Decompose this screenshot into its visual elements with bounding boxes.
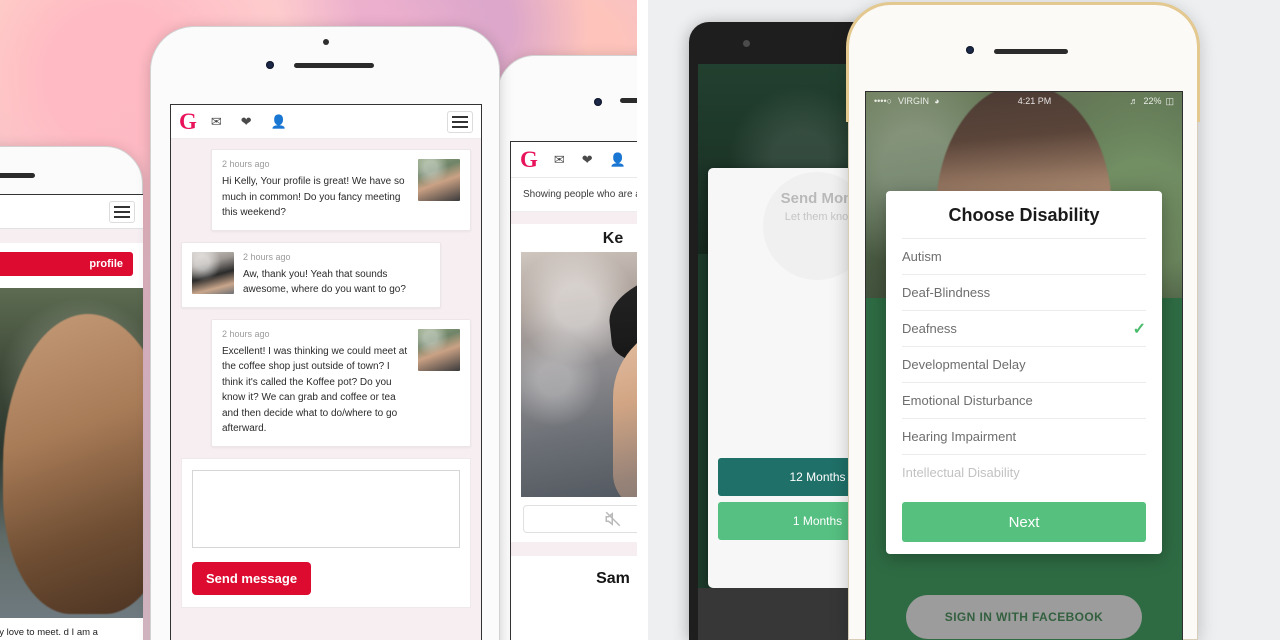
list-item-hearing-impairment[interactable]: Hearing Impairment — [902, 418, 1146, 454]
bluetooth-icon: ♬ — [1129, 96, 1139, 106]
screenshot-stage: profile y but secretly love to meet. d I… — [0, 0, 1280, 640]
front-camera-icon — [966, 46, 974, 54]
gold-iphone: ••••○ VIRGIN ◕ 4:21 PM ♬ 22% ◫ Choose Di… — [846, 2, 1200, 640]
center-phone: G ✉ ❤ 👤 2 hours ago Hi Kelly, Your profi… — [150, 26, 500, 640]
panel-divider — [637, 0, 648, 640]
message-timestamp: 2 hours ago — [243, 251, 291, 262]
center-phone-screen: G ✉ ❤ 👤 2 hours ago Hi Kelly, Your profi… — [170, 104, 482, 640]
list-item-intellectual-disability[interactable]: Intellectual Disability — [902, 454, 1146, 490]
option-label: Autism — [902, 249, 942, 264]
profile-bio-text: y but secretly love to meet. d I am a ph… — [0, 627, 98, 638]
option-label: Emotional Disturbance — [902, 393, 1033, 408]
list-item-deaf-blindness[interactable]: Deaf-Blindness — [902, 274, 1146, 310]
option-label: Deafness — [902, 321, 957, 336]
earpiece-speaker — [294, 63, 374, 68]
person-icon[interactable]: 👤 — [271, 115, 287, 128]
next-button[interactable]: Next — [902, 502, 1146, 542]
option-label: Hearing Impairment — [902, 429, 1017, 444]
proximity-sensor-icon — [323, 39, 329, 45]
hamburger-icon[interactable] — [447, 110, 473, 133]
battery-percent-label: 22% — [1143, 96, 1162, 106]
message-timestamp: 2 hours ago — [222, 328, 270, 339]
heart-icon[interactable]: ❤ — [241, 115, 252, 128]
heart-icon[interactable]: ❤ — [582, 153, 593, 166]
list-item-deafness[interactable]: Deafness ✓ — [902, 310, 1146, 346]
front-camera-icon — [743, 40, 750, 47]
profile-photo — [521, 252, 637, 497]
list-item-emotional-disturbance[interactable]: Emotional Disturbance — [902, 382, 1146, 418]
front-camera-icon — [594, 98, 602, 106]
message-text: Aw, thank you! Yeah that sounds awesome,… — [243, 268, 406, 296]
battery-icon: ◫ — [1165, 95, 1174, 106]
showing-people-note: Showing people who are anywhere. — [511, 178, 637, 212]
side-right-topbar: G ✉ ❤ 👤 — [511, 142, 637, 178]
side-phone-left-screen: profile y but secretly love to meet. d I… — [0, 194, 143, 640]
disability-options-list: Autism Deaf-Blindness Deafness ✓ Develop… — [902, 238, 1146, 490]
send-message-button[interactable]: Send message — [192, 561, 312, 595]
app-logo[interactable]: G — [179, 110, 197, 133]
modal-title: Choose Disability — [948, 205, 1100, 225]
app-logo[interactable]: G — [520, 148, 538, 171]
profile-photo — [0, 288, 143, 618]
chat-message: 2 hours ago Excellent! I was thinking we… — [211, 318, 471, 447]
option-label: Developmental Delay — [902, 357, 1026, 372]
mute-bell-icon[interactable] — [523, 505, 637, 533]
side-phone-right-screen: G ✉ ❤ 👤 Showing people who are anywhere.… — [510, 141, 637, 640]
front-camera-icon — [266, 61, 274, 69]
check-icon: ✓ — [1132, 320, 1146, 338]
list-item-autism[interactable]: Autism — [902, 238, 1146, 274]
side-left-topbar — [0, 195, 143, 229]
choose-disability-modal: Choose Disability Autism Deaf-Blindness … — [886, 191, 1162, 554]
earpiece-speaker — [620, 98, 637, 103]
avatar — [418, 159, 460, 201]
carrier-label: VIRGIN — [898, 96, 930, 106]
pink-strip — [0, 229, 143, 243]
pink-strip — [511, 542, 637, 556]
message-timestamp: 2 hours ago — [222, 159, 270, 169]
avatar — [418, 328, 460, 371]
gold-iphone-screen: ••••○ VIRGIN ◕ 4:21 PM ♬ 22% ◫ Choose Di… — [865, 91, 1183, 640]
sign-in-with-facebook-button[interactable]: SIGN IN WITH FACEBOOK — [906, 595, 1142, 639]
profile-name-bottom: Sam — [596, 570, 630, 587]
right-panel-accessibility-app: Send Mon Let them kno 12 Months 1 Months… — [648, 0, 1280, 640]
person-icon[interactable]: 👤 — [610, 153, 626, 166]
chat-message: 2 hours ago Hi Kelly, Your profile is gr… — [211, 149, 471, 231]
hamburger-icon[interactable] — [109, 200, 135, 223]
side-phone-left: profile y but secretly love to meet. d I… — [0, 146, 143, 640]
left-panel-dating-app: profile y but secretly love to meet. d I… — [0, 0, 637, 640]
pink-strip — [511, 212, 637, 224]
clock-label: 4:21 PM — [1017, 96, 1052, 106]
option-label: Deaf-Blindness — [902, 285, 991, 300]
envelope-icon[interactable]: ✉ — [554, 153, 565, 166]
chat-message: 2 hours ago Aw, thank you! Yeah that sou… — [181, 241, 441, 308]
earpiece-speaker — [0, 173, 35, 178]
ios-status-bar: ••••○ VIRGIN ◕ 4:21 PM ♬ 22% ◫ — [866, 92, 1182, 110]
signal-dots-icon: ••••○ — [874, 96, 893, 106]
message-text: Hi Kelly, Your profile is great! We have… — [222, 176, 405, 218]
profile-button[interactable]: profile — [0, 252, 133, 276]
avatar — [192, 251, 234, 294]
profile-name-top: Ke — [602, 230, 624, 247]
side-phone-right: G ✉ ❤ 👤 Showing people who are anywhere.… — [497, 55, 637, 640]
list-item-developmental-delay[interactable]: Developmental Delay — [902, 346, 1146, 382]
envelope-icon[interactable]: ✉ — [211, 115, 222, 128]
option-label: Intellectual Disability — [902, 465, 1020, 480]
chat-thread: 2 hours ago Hi Kelly, Your profile is gr… — [171, 139, 481, 447]
message-text: Excellent! I was thinking we could meet … — [222, 345, 408, 435]
app-toolbar: G ✉ ❤ 👤 — [171, 105, 481, 139]
message-input[interactable] — [192, 469, 460, 548]
earpiece-speaker — [994, 49, 1068, 54]
message-composer: Send message — [181, 457, 471, 608]
